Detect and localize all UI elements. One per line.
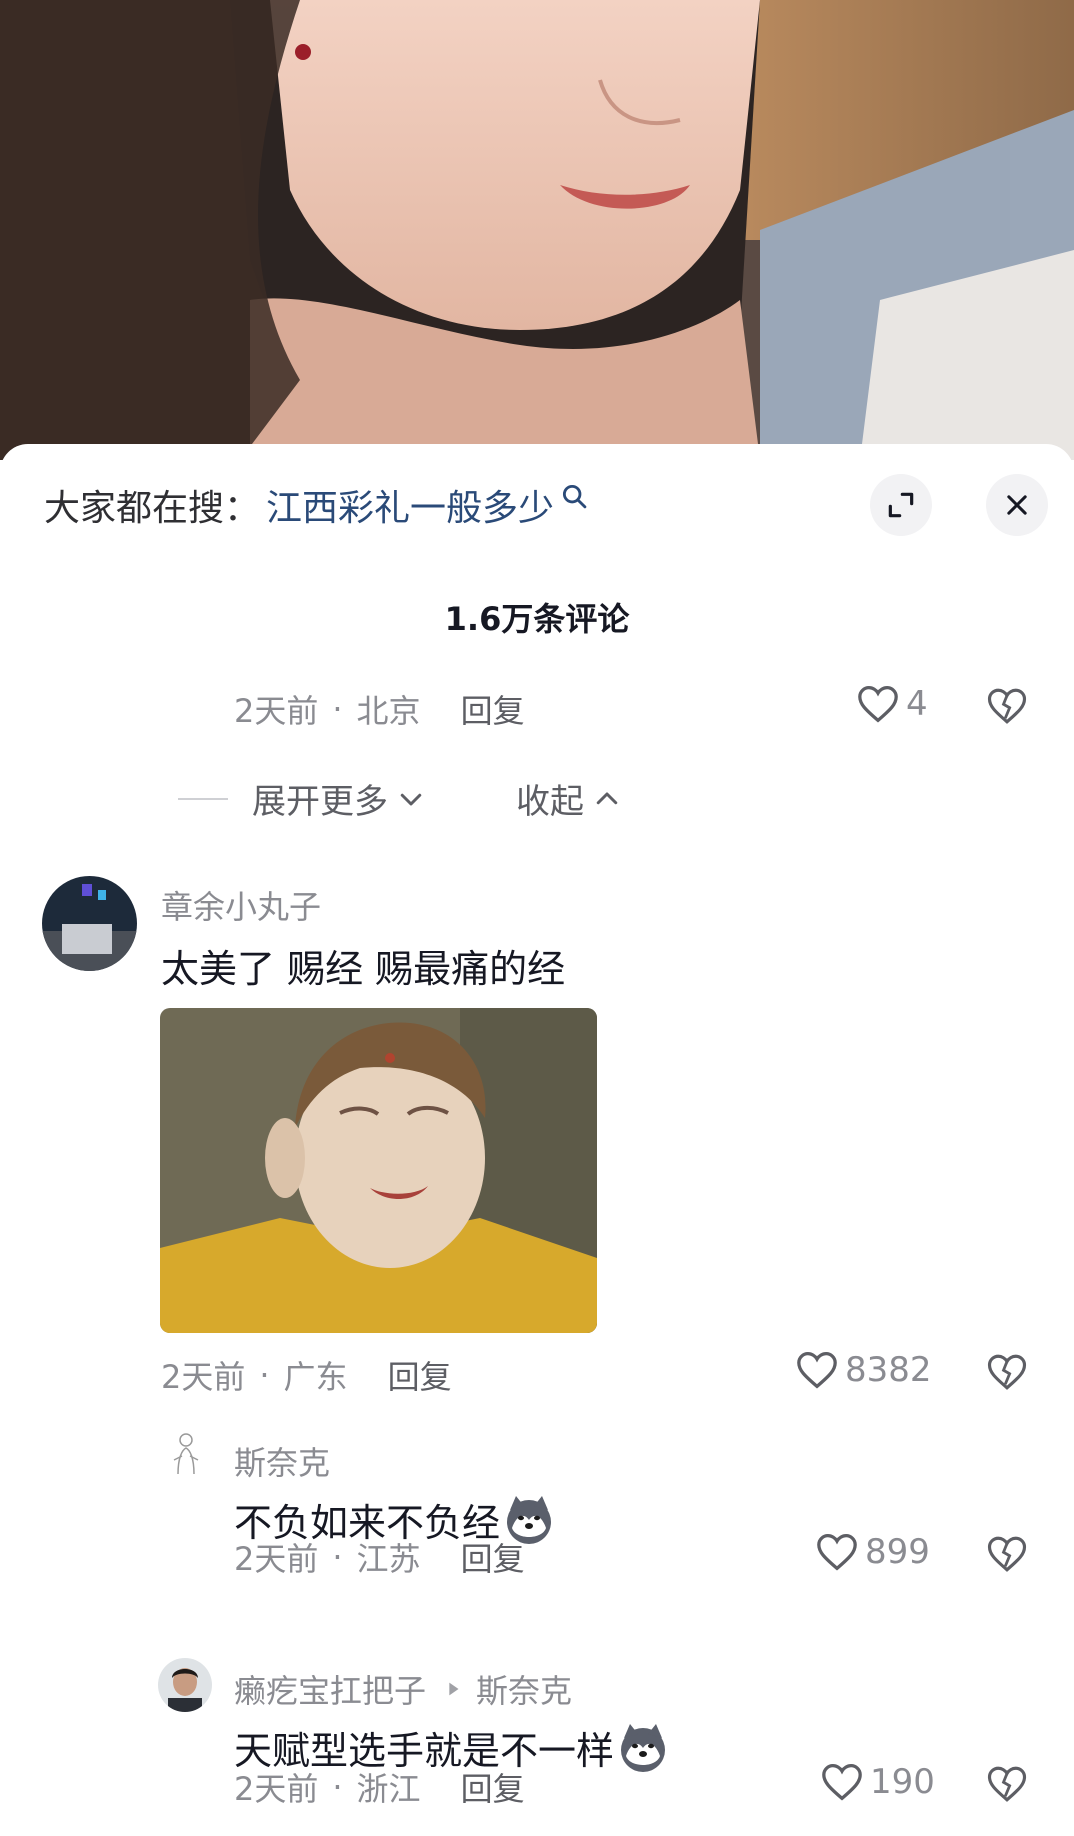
collapse-label: 收起 xyxy=(516,782,584,822)
reply-username[interactable]: 癞疙宝扛把子 xyxy=(234,1666,426,1712)
expand-button[interactable] xyxy=(870,474,932,536)
chevron-down-icon xyxy=(400,793,422,805)
reply-username[interactable]: 斯奈克 xyxy=(234,1438,330,1484)
collapse-button[interactable]: 收起 xyxy=(516,774,622,823)
broken-heart-icon[interactable] xyxy=(986,1764,1028,1804)
close-button[interactable] xyxy=(986,474,1048,536)
reply-username-row: 癞疙宝扛把子 斯奈克 xyxy=(234,1666,572,1712)
heart-icon xyxy=(858,685,898,723)
broken-heart-icon[interactable] xyxy=(986,1352,1028,1392)
avatar-image xyxy=(42,876,137,971)
like-count: 899 xyxy=(865,1532,930,1572)
video-frame[interactable] xyxy=(0,0,1074,460)
comment-image[interactable] xyxy=(160,1008,597,1333)
reply-to-username[interactable]: 斯奈克 xyxy=(476,1666,572,1712)
thread-controls: 展开更多 收起 xyxy=(178,774,622,823)
heart-icon xyxy=(822,1763,862,1801)
expand-icon xyxy=(888,492,914,518)
location: 浙江 xyxy=(356,1770,421,1808)
close-icon xyxy=(1007,495,1027,515)
reply-arrow-icon xyxy=(449,1682,459,1696)
location: 江苏 xyxy=(356,1540,421,1578)
separator-dot: · xyxy=(332,690,343,728)
separator-dot: · xyxy=(332,1768,343,1806)
like-button[interactable]: 190 xyxy=(820,1762,935,1802)
like-button[interactable]: 899 xyxy=(815,1532,930,1572)
timestamp: 2天前 xyxy=(161,1358,246,1396)
expand-more-button[interactable]: 展开更多 xyxy=(252,774,426,823)
search-keyword-link[interactable]: 江西彩礼一般多少 xyxy=(266,479,554,531)
search-icon xyxy=(562,484,587,509)
separator-dot: · xyxy=(259,1356,270,1394)
timestamp: 2天前 xyxy=(234,1540,319,1578)
expand-more-label: 展开更多 xyxy=(252,782,388,822)
avatar[interactable] xyxy=(42,876,137,971)
search-prefix-label: 大家都在搜： xyxy=(44,488,261,529)
heart-icon xyxy=(817,1533,857,1571)
comment-image-picture xyxy=(160,1008,597,1333)
comment-meta: 2天前 · 广东 回复 xyxy=(161,1352,452,1398)
reply-button[interactable]: 回复 xyxy=(461,686,525,732)
reply-meta: 2天前 · 浙江 回复 xyxy=(234,1764,525,1810)
location: 广东 xyxy=(283,1358,348,1396)
comment-count-title: 1.6万条评论 xyxy=(444,600,630,638)
comment-text: 太美了 赐经 赐最痛的经 xyxy=(161,947,566,991)
video-frame-image xyxy=(0,0,1074,460)
comment-sheet: 大家都在搜： 江西彩礼一般多少 1.6万条评论 2天前 · 北京 回复 4 展开… xyxy=(0,444,1074,1836)
avatar[interactable] xyxy=(160,1426,212,1478)
avatar-image xyxy=(158,1658,212,1712)
timestamp: 2天前 xyxy=(234,1770,319,1808)
timestamp: 2天前 xyxy=(234,692,319,730)
divider-line xyxy=(178,797,228,800)
avatar[interactable] xyxy=(158,1658,212,1712)
comment-username[interactable]: 章余小丸子 xyxy=(161,882,321,928)
broken-heart-icon[interactable] xyxy=(986,686,1028,726)
like-count: 4 xyxy=(906,684,928,724)
reply-button[interactable]: 回复 xyxy=(461,1534,525,1580)
location: 北京 xyxy=(356,692,421,730)
avatar-image xyxy=(160,1426,212,1478)
like-count: 190 xyxy=(870,1762,935,1802)
broken-heart-icon[interactable] xyxy=(986,1534,1028,1574)
reply-meta: 2天前 · 江苏 回复 xyxy=(234,1534,525,1580)
like-count: 8382 xyxy=(845,1350,932,1390)
search-suggestion[interactable]: 大家都在搜： 江西彩礼一般多少 xyxy=(44,480,592,530)
like-button[interactable]: 8382 xyxy=(795,1350,932,1390)
prev-reply-meta: 2天前 · 北京 回复 xyxy=(234,686,525,732)
chevron-up-icon xyxy=(596,792,618,804)
reply-button[interactable]: 回复 xyxy=(388,1352,452,1398)
husky-emoji xyxy=(621,1723,666,1772)
like-button[interactable]: 4 xyxy=(856,684,928,724)
separator-dot: · xyxy=(332,1538,343,1576)
heart-icon xyxy=(797,1351,837,1389)
reply-button[interactable]: 回复 xyxy=(461,1764,525,1810)
